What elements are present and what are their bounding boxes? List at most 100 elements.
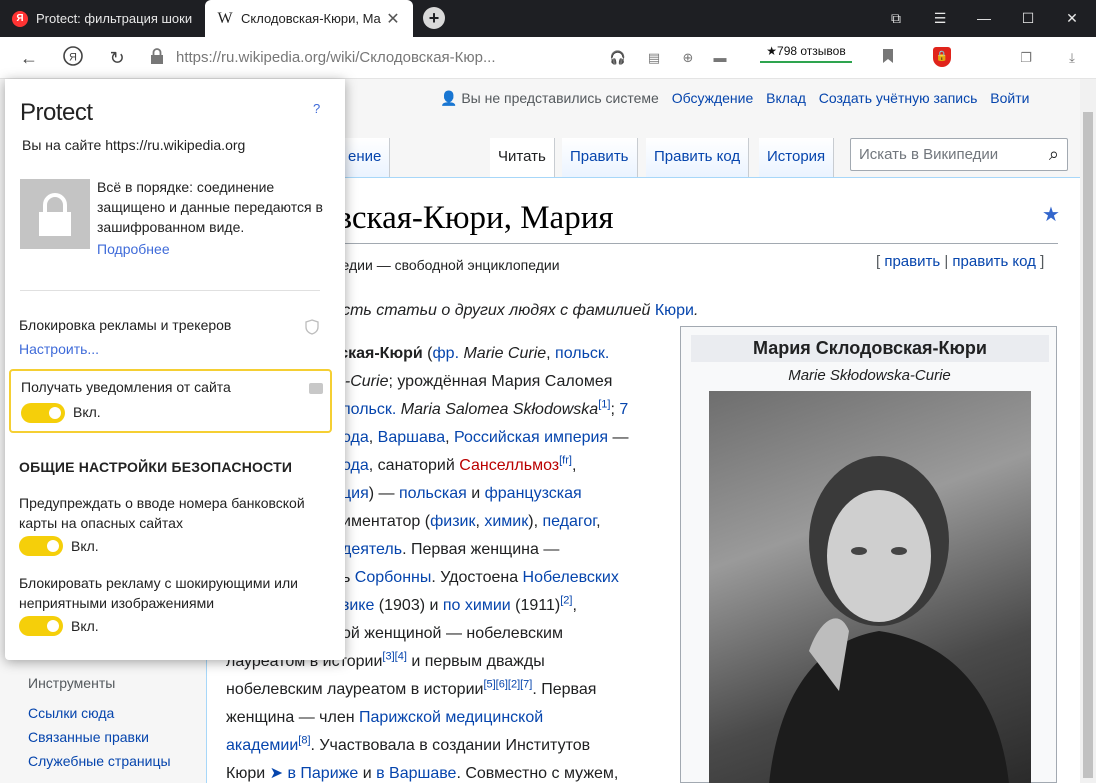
link[interactable]: 7 [619,401,628,418]
wiki-search-input[interactable]: Искать в Википедии ⌕ [850,138,1068,171]
link[interactable]: французская [485,485,582,502]
link[interactable]: химик [484,513,528,530]
tab-history[interactable]: История [759,138,835,178]
link[interactable]: физик [430,513,475,530]
scrollbar-thumb[interactable] [1083,112,1093,778]
tab-edit[interactable]: Править [562,138,638,178]
link[interactable]: в Париже [283,765,358,782]
help-link[interactable]: ? [313,101,320,116]
link[interactable]: ода [342,457,369,474]
comment-icon[interactable]: ▬ [710,48,730,68]
link[interactable]: польск. [342,401,396,418]
search-placeholder: Искать в Википедии [859,146,999,163]
link[interactable]: ода [342,429,369,446]
wikipedia-favicon-icon: W [217,9,233,27]
bank-card-label: Предупреждать о вводе номера банковской … [19,495,305,531]
ref[interactable]: [3][4] [382,651,406,663]
new-tab-button[interactable]: + [423,7,445,29]
reload-icon[interactable]: ↻ [104,45,130,71]
link[interactable]: в Варшаве [376,765,456,782]
protect-popup: Protect ? Вы на сайте https://ru.wikiped… [5,79,345,660]
protect-shield-icon[interactable]: 🔒 [933,47,951,67]
link[interactable]: Варшава [378,429,445,446]
link[interactable]: по химии [443,597,511,614]
link[interactable]: педагог [542,513,596,530]
edit-code-link[interactable]: править код [952,253,1036,270]
text-line: Кюри ➤ в Париже и в Варшаве. Совместно с… [226,765,619,782]
link[interactable]: академии [226,737,298,754]
yandex-home-icon[interactable]: Я [60,45,86,71]
login-link[interactable]: Войти [990,90,1029,106]
text-line: академии[8]. Участвовала в создании Инст… [226,734,591,754]
lock-icon[interactable] [144,45,170,71]
collections-icon[interactable]: ❐ [1016,48,1036,68]
back-icon[interactable]: ← [16,45,42,71]
hatnote-link[interactable]: Кюри [655,302,694,319]
translate-icon[interactable]: ⊕ [678,48,698,68]
shocking-ads-toggle[interactable] [19,616,63,636]
hatnote-end: . [693,302,699,319]
create-account-link[interactable]: Создать учётную запись [819,90,978,106]
close-tab-icon[interactable]: ✕ [381,9,405,29]
link[interactable]: Парижской медицинской [359,709,543,726]
tab-read[interactable]: Читать [490,138,555,178]
ref[interactable]: [2] [560,595,572,607]
link[interactable]: Российская империя [454,429,608,446]
toggle-state: Вкл. [71,538,99,554]
popup-title: Protect [20,99,93,126]
link[interactable]: Нобелевских [523,569,619,586]
link[interactable]: фр. [433,345,460,362]
arrow-icon[interactable]: ➤ [270,765,283,782]
ref[interactable]: [fr] [559,455,572,467]
headphones-icon[interactable]: 🎧 [608,48,628,68]
what-links-here-link[interactable]: Ссылки сюда [28,701,200,725]
link[interactable]: деятель [342,541,402,558]
notifications-toggle[interactable] [21,403,65,423]
divider [20,290,320,291]
watch-star-icon[interactable]: ★ [1042,202,1060,227]
more-link[interactable]: Подробнее [97,241,170,257]
related-changes-link[interactable]: Связанные правки [28,725,200,749]
chat-bubble-icon [309,383,323,394]
bank-card-toggle[interactable] [19,536,63,556]
infobox-title: Мария Склодовская-Кюри [691,335,1049,362]
search-icon[interactable]: ⌕ [1049,144,1059,165]
adblock-label: Блокировка рекламы и трекеров [19,317,232,333]
link[interactable]: ция [342,485,369,502]
reader-mode-icon[interactable]: ▤ [644,48,664,68]
tools-heading: Инструменты [28,675,116,691]
infobox: Мария Склодовская-Кюри Marie Skłodowska-… [680,326,1057,783]
ref[interactable]: [8] [298,735,310,747]
special-pages-link[interactable]: Служебные страницы [28,749,200,773]
site-info: Вы на сайте https://ru.wikipedia.org [22,137,246,153]
red-link[interactable]: Санселльмоз [459,457,559,474]
minimize-icon[interactable]: — [962,0,1006,37]
talk-link[interactable]: Обсуждение [672,90,754,106]
configure-link[interactable]: Настроить... [19,341,99,357]
tab-edit-code[interactable]: Править код [646,138,750,178]
reviews-badge[interactable]: ★798 отзывов [760,44,852,63]
close-window-icon[interactable]: ✕ [1050,0,1094,37]
tabs-panel-icon[interactable]: ⧉ [874,0,918,37]
yandex-favicon-icon: Я [12,10,28,27]
link[interactable]: польск. [555,345,609,362]
portrait-photo[interactable] [709,391,1031,783]
link[interactable]: Сорбонны [355,569,432,586]
url-field[interactable]: https://ru.wikipedia.org/wiki/Склодовска… [176,49,495,66]
hatnote: и есть статьи о других людях с фамилией … [320,302,698,320]
ref[interactable]: [1] [598,399,610,411]
link[interactable]: зике [342,597,374,614]
tab-protect[interactable]: Я Protect: фильтрация шоки [0,0,205,37]
tab-article[interactable]: ение [340,138,391,178]
edit-link[interactable]: править [884,253,940,270]
tab-wikipedia[interactable]: W Склодовская-Кюри, Ма ✕ [205,0,413,37]
bookmark-icon[interactable] [878,48,898,68]
menu-icon[interactable]: ☰ [918,0,962,37]
toggle-state: Вкл. [73,404,101,420]
ref[interactable]: [5][6][2][7] [483,679,532,691]
downloads-icon[interactable]: ⤓ [1062,48,1082,68]
contributions-link[interactable]: Вклад [766,90,806,106]
link[interactable]: польская [399,485,467,502]
maximize-icon[interactable]: ☐ [1006,0,1050,37]
notifications-setting: Получать уведомления от сайта Вкл. [9,369,332,433]
